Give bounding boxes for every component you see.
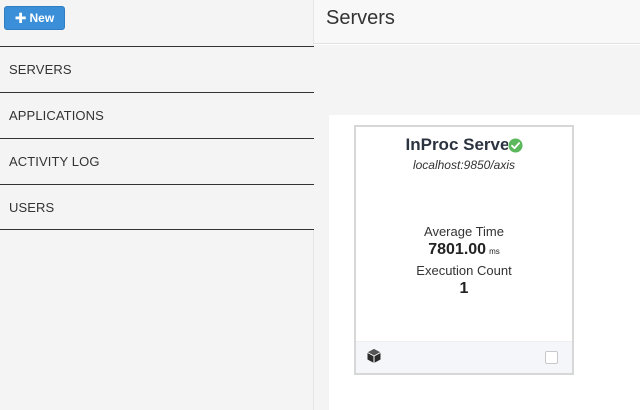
average-time-value: 7801.00 ms <box>356 241 572 259</box>
new-button[interactable]: ✚ New <box>4 6 65 30</box>
toolbar-area <box>314 45 640 115</box>
check-circle-icon <box>507 137 523 153</box>
server-card[interactable]: InProc Server localhost:9850/axis Averag… <box>354 125 574 375</box>
plus-icon: ✚ <box>14 10 27 26</box>
sidebar-item-label: SERVERS <box>9 62 72 77</box>
content-gutter <box>314 115 329 410</box>
sidebar-item-servers[interactable]: SERVERS <box>0 47 314 93</box>
execution-count-label: Execution Count <box>416 263 512 278</box>
sidebar-item-applications[interactable]: APPLICATIONS <box>0 93 314 139</box>
average-time-label: Average Time <box>424 224 504 239</box>
server-url: localhost:9850/axis <box>412 158 516 172</box>
server-card-title: InProc Server <box>356 135 572 155</box>
sidebar-menu: SERVERS APPLICATIONS ACTIVITY LOG USERS <box>0 46 314 230</box>
server-card-footer <box>356 341 572 373</box>
sidebar-item-activity-log[interactable]: ACTIVITY LOG <box>0 139 314 185</box>
sidebar-item-label: ACTIVITY LOG <box>9 154 100 169</box>
sidebar-item-label: USERS <box>9 199 55 215</box>
select-checkbox[interactable] <box>545 351 558 364</box>
page-header: Servers <box>314 0 640 44</box>
sidebar-item-users[interactable]: USERS <box>0 185 314 230</box>
average-time-unit: ms <box>489 247 500 256</box>
cube-icon[interactable] <box>366 348 382 364</box>
sidebar-item-label: APPLICATIONS <box>9 108 104 123</box>
server-name: InProc Server <box>405 135 508 154</box>
new-button-label: New <box>29 11 55 25</box>
page-title: Servers <box>326 7 395 29</box>
sidebar: ✚ New SERVERS APPLICATIONS ACTIVITY LOG … <box>0 0 314 410</box>
average-time-number: 7801.00 <box>428 241 487 258</box>
execution-count-value: 1 <box>459 280 469 297</box>
